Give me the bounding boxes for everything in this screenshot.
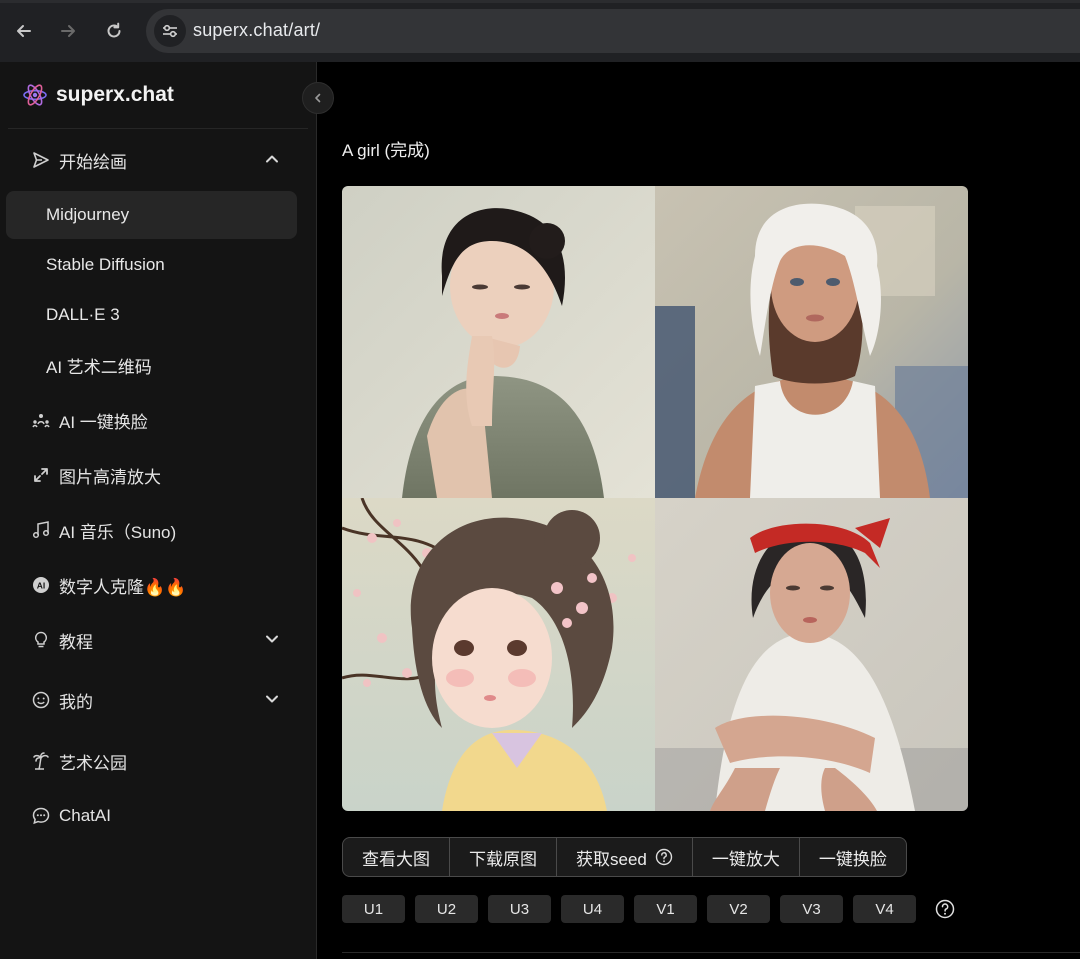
palm-tree-icon bbox=[30, 750, 52, 772]
sidebar-item-art-park[interactable]: 艺术公园 bbox=[8, 737, 298, 785]
ai-avatar-icon: AI bbox=[30, 574, 52, 596]
v4-button[interactable]: V4 bbox=[853, 895, 916, 923]
sidebar-item-label: Midjourney bbox=[46, 205, 130, 224]
send-icon bbox=[30, 149, 52, 171]
reload-icon bbox=[107, 22, 121, 38]
lightbulb-icon bbox=[30, 629, 52, 651]
sidebar-item-label: AI 一键换脸 bbox=[59, 412, 148, 432]
forward-arrow-icon bbox=[61, 25, 75, 37]
smile-icon bbox=[30, 689, 52, 711]
forward-button[interactable] bbox=[53, 16, 83, 46]
chevron-down-icon bbox=[266, 695, 278, 703]
one-click-face-swap-button[interactable]: 一键换脸 bbox=[800, 838, 906, 876]
atom-logo-icon bbox=[23, 84, 47, 106]
menu-group-label: 开始绘画 bbox=[59, 152, 127, 172]
address-bar[interactable]: superx.chat/art/ bbox=[146, 9, 1080, 53]
reload-button[interactable] bbox=[99, 16, 129, 46]
image-tile-4[interactable] bbox=[655, 498, 968, 811]
chevron-up-icon bbox=[266, 155, 278, 163]
site-info-button[interactable] bbox=[154, 15, 186, 47]
image-grid[interactable] bbox=[342, 186, 968, 811]
get-seed-label: 获取seed bbox=[576, 849, 647, 869]
sidebar-item-tutorials[interactable]: 教程 bbox=[8, 616, 298, 664]
brand[interactable]: superx.chat bbox=[22, 82, 174, 108]
girl-portrait-2-image bbox=[655, 186, 968, 498]
sidebar-item-label: 我的 bbox=[59, 692, 93, 712]
sidebar-item-stable-diffusion[interactable]: Stable Diffusion bbox=[6, 241, 297, 289]
expand-arrows-icon bbox=[30, 464, 52, 486]
face-swap-icon bbox=[30, 409, 52, 431]
sidebar-item-upscale[interactable]: 图片高清放大 bbox=[8, 451, 298, 499]
question-circle-icon bbox=[655, 848, 673, 866]
sidebar-item-label: AI 艺术二维码 bbox=[46, 357, 152, 377]
sidebar-item-label: AI 音乐（Suno) bbox=[59, 522, 177, 542]
view-large-button[interactable]: 查看大图 bbox=[343, 838, 450, 876]
chevron-left-icon bbox=[315, 93, 321, 103]
chevron-down-icon bbox=[266, 635, 278, 643]
v1-button[interactable]: V1 bbox=[634, 895, 697, 923]
back-button[interactable] bbox=[9, 16, 39, 46]
sidebar-item-label: 艺术公园 bbox=[59, 753, 127, 773]
sidebar-item-label: ChatAI bbox=[59, 806, 111, 825]
tab-strip-edge bbox=[0, 0, 1080, 3]
image-tile-1[interactable] bbox=[342, 186, 655, 498]
sidebar-item-label: DALL·E 3 bbox=[46, 305, 120, 324]
chat-bubble-icon bbox=[30, 805, 52, 827]
music-note-icon bbox=[30, 519, 52, 541]
girl-portrait-4-image bbox=[655, 498, 968, 811]
girl-portrait-1-image bbox=[342, 186, 655, 498]
v3-button[interactable]: V3 bbox=[780, 895, 843, 923]
image-action-bar: 查看大图 下载原图 获取seed 一键放大 一键换脸 bbox=[342, 837, 907, 877]
job-title: A girl (完成) bbox=[342, 141, 430, 160]
image-tile-2[interactable] bbox=[655, 186, 968, 498]
v2-button[interactable]: V2 bbox=[707, 895, 770, 923]
girl-portrait-3-image bbox=[342, 498, 655, 811]
get-seed-button[interactable]: 获取seed bbox=[557, 838, 693, 876]
main-content: A girl (完成) 查看大图 下载原图 获取seed 一键放大 一键换脸 U… bbox=[318, 62, 1080, 959]
sidebar: superx.chat 开始绘画 Midjourney Stable Diffu… bbox=[0, 62, 317, 959]
brand-name: superx.chat bbox=[56, 83, 174, 106]
collapse-sidebar-button[interactable] bbox=[302, 82, 334, 114]
u3-button[interactable]: U3 bbox=[488, 895, 551, 923]
sidebar-item-mine[interactable]: 我的 bbox=[8, 676, 298, 724]
sidebar-item-label: 图片高清放大 bbox=[59, 467, 161, 487]
sidebar-item-ai-qrcode[interactable]: AI 艺术二维码 bbox=[6, 341, 297, 389]
sidebar-item-label: 数字人克隆🔥🔥 bbox=[59, 577, 187, 597]
one-click-upscale-button[interactable]: 一键放大 bbox=[693, 838, 800, 876]
divider bbox=[8, 128, 308, 129]
u1-button[interactable]: U1 bbox=[342, 895, 405, 923]
sidebar-item-dalle3[interactable]: DALL·E 3 bbox=[6, 291, 297, 339]
sidebar-item-label: 教程 bbox=[59, 632, 93, 652]
sidebar-item-midjourney[interactable]: Midjourney bbox=[6, 191, 297, 239]
browser-toolbar: superx.chat/art/ bbox=[0, 0, 1080, 62]
svg-text:AI: AI bbox=[37, 581, 46, 591]
help-circle-icon[interactable] bbox=[934, 898, 956, 920]
sidebar-item-chatai[interactable]: ChatAI bbox=[8, 792, 298, 840]
u4-button[interactable]: U4 bbox=[561, 895, 624, 923]
url-text: superx.chat/art/ bbox=[193, 20, 321, 40]
sidebar-item-face-swap[interactable]: AI 一键换脸 bbox=[8, 396, 298, 444]
sidebar-item-label: Stable Diffusion bbox=[46, 255, 165, 274]
sidebar-item-digital-human[interactable]: AI 数字人克隆🔥🔥 bbox=[8, 561, 298, 609]
upscale-variation-row: U1 U2 U3 U4 V1 V2 V3 V4 bbox=[342, 895, 956, 923]
tune-icon bbox=[163, 24, 177, 38]
download-original-button[interactable]: 下载原图 bbox=[450, 838, 557, 876]
image-tile-3[interactable] bbox=[342, 498, 655, 811]
menu-group-start-drawing[interactable]: 开始绘画 bbox=[8, 136, 298, 184]
divider bbox=[342, 952, 1080, 953]
back-arrow-icon bbox=[17, 25, 31, 37]
sidebar-item-ai-music[interactable]: AI 音乐（Suno) bbox=[8, 506, 298, 554]
u2-button[interactable]: U2 bbox=[415, 895, 478, 923]
